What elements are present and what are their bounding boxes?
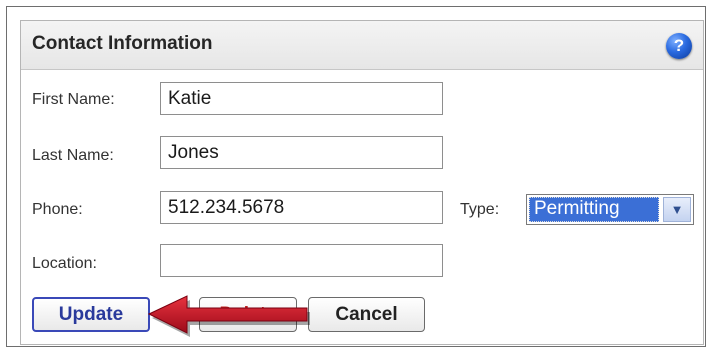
help-icon[interactable]: ? [666,33,692,59]
chevron-down-icon[interactable]: ▼ [663,197,691,222]
cancel-button[interactable]: Cancel [308,297,425,332]
location-label: Location: [32,255,97,272]
first-name-label: First Name: [32,91,115,108]
last-name-field[interactable] [160,136,443,169]
contact-information-panel: Contact Information ? First Name: Last N… [20,20,704,345]
type-selected-value: Permitting [529,197,659,222]
type-label: Type: [460,201,500,218]
last-name-label: Last Name: [32,147,114,164]
phone-field[interactable] [160,191,443,224]
delete-button[interactable]: Delete [199,297,297,332]
panel-title: Contact Information [32,33,213,54]
location-field[interactable] [160,244,443,277]
update-button[interactable]: Update [32,297,150,332]
type-select[interactable]: Permitting ▼ [526,194,694,225]
first-name-field[interactable] [160,82,443,115]
panel-header: Contact Information ? [21,21,703,70]
phone-label: Phone: [32,201,83,218]
